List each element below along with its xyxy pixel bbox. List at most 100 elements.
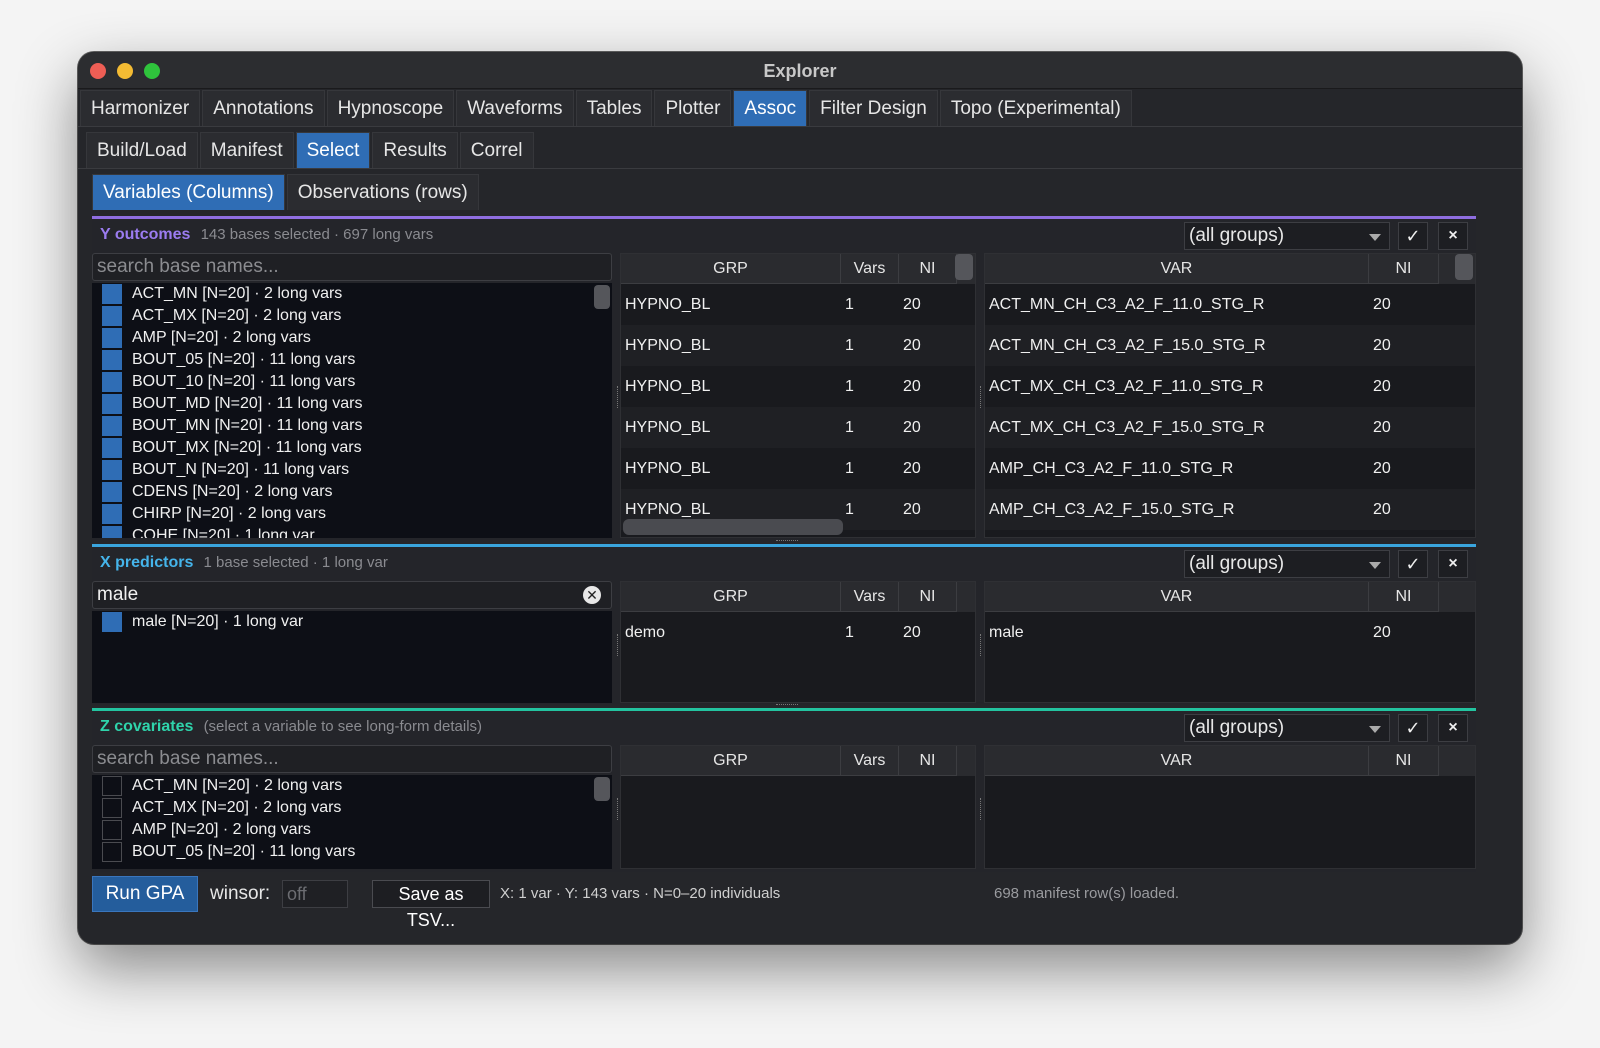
tab-waveforms[interactable]: Waveforms bbox=[456, 90, 574, 126]
list-item[interactable]: BOUT_MN [N=20] · 11 long vars bbox=[92, 415, 612, 437]
y-group-select[interactable]: (all groups) bbox=[1184, 222, 1390, 250]
column-header-ni[interactable]: NI bbox=[899, 582, 957, 612]
y-clear-button[interactable]: × bbox=[1438, 222, 1468, 250]
column-header-var[interactable]: VAR bbox=[985, 582, 1369, 612]
x-group-select[interactable]: (all groups) bbox=[1184, 550, 1390, 578]
y-select-all-button[interactable]: ✓ bbox=[1398, 222, 1428, 250]
tab-manifest[interactable]: Manifest bbox=[199, 132, 294, 168]
checkbox-checked[interactable] bbox=[102, 612, 122, 632]
table-row[interactable]: AMP_CH_C3_A2_F_11.0_STG_R 20 bbox=[985, 448, 1475, 489]
checkbox-checked[interactable] bbox=[102, 372, 122, 392]
checkbox-checked[interactable] bbox=[102, 284, 122, 304]
table-row[interactable]: male 20 bbox=[985, 612, 1475, 653]
tab-topo-experimental[interactable]: Topo (Experimental) bbox=[939, 90, 1132, 126]
tab-filter-design[interactable]: Filter Design bbox=[809, 90, 938, 126]
x-base-list[interactable]: male [N=20] · 1 long var bbox=[92, 611, 612, 703]
x-search-input[interactable]: male ✕ bbox=[92, 581, 612, 609]
column-header-vars[interactable]: Vars bbox=[841, 582, 899, 612]
checkbox-checked[interactable] bbox=[102, 482, 122, 502]
table-row[interactable]: ACT_MX_CH_C3_A2_F_11.0_STG_R 20 bbox=[985, 366, 1475, 407]
tab-plotter[interactable]: Plotter bbox=[654, 90, 732, 126]
table-row[interactable]: HYPNO_BL 1 20 bbox=[621, 325, 975, 366]
tab-results[interactable]: Results bbox=[372, 132, 458, 168]
y-group-hscrollbar[interactable] bbox=[623, 519, 843, 535]
column-header-var[interactable]: VAR bbox=[985, 254, 1369, 284]
z-base-list[interactable]: ACT_MN [N=20] · 2 long vars ACT_MX [N=20… bbox=[92, 775, 612, 869]
z-search-input[interactable]: search base names... bbox=[92, 745, 612, 773]
list-item[interactable]: ACT_MX [N=20] · 2 long vars bbox=[92, 797, 612, 819]
tab-variables-columns[interactable]: Variables (Columns) bbox=[92, 174, 285, 210]
table-row[interactable]: HYPNO_BL 1 20 bbox=[621, 448, 975, 489]
winsor-input[interactable]: off bbox=[282, 880, 348, 908]
save-as-tsv-button[interactable]: Save as TSV... bbox=[372, 880, 490, 930]
tab-annotations[interactable]: Annotations bbox=[202, 90, 325, 126]
list-item[interactable]: ACT_MN [N=20] · 2 long vars bbox=[92, 283, 612, 305]
checkbox-checked[interactable] bbox=[102, 460, 122, 480]
list-item[interactable]: BOUT_N [N=20] · 11 long vars bbox=[92, 459, 612, 481]
column-header-ni[interactable]: NI bbox=[899, 254, 957, 284]
table-row[interactable]: ACT_MN_CH_C3_A2_F_11.0_STG_R 20 bbox=[985, 284, 1475, 325]
table-row[interactable]: ACT_MX_CH_C3_A2_F_15.0_STG_R 20 bbox=[985, 407, 1475, 448]
list-item[interactable]: BOUT_05 [N=20] · 11 long vars bbox=[92, 841, 612, 863]
checkbox-unchecked[interactable] bbox=[102, 842, 122, 862]
y-base-list[interactable]: ACT_MN [N=20] · 2 long vars ACT_MX [N=20… bbox=[92, 283, 612, 538]
list-item[interactable]: COHE [N=20] · 1 long var bbox=[92, 525, 612, 538]
tab-hypnoscope[interactable]: Hypnoscope bbox=[326, 90, 455, 126]
tab-harmonizer[interactable]: Harmonizer bbox=[80, 90, 201, 126]
checkbox-checked[interactable] bbox=[102, 504, 122, 524]
column-header-vars[interactable]: Vars bbox=[841, 746, 899, 776]
table-row[interactable]: HYPNO_BL 1 20 bbox=[621, 284, 975, 325]
run-gpa-button[interactable]: Run GPA bbox=[92, 876, 198, 912]
column-header-ni[interactable]: NI bbox=[1369, 582, 1439, 612]
column-header-ni[interactable]: NI bbox=[899, 746, 957, 776]
checkbox-checked[interactable] bbox=[102, 416, 122, 436]
tab-assoc[interactable]: Assoc bbox=[733, 90, 808, 126]
tab-observations-rows[interactable]: Observations (rows) bbox=[286, 174, 479, 210]
table-row[interactable]: demo 1 20 bbox=[621, 612, 975, 653]
checkbox-checked[interactable] bbox=[102, 306, 122, 326]
list-item[interactable]: BOUT_05 [N=20] · 11 long vars bbox=[92, 349, 612, 371]
z-select-all-button[interactable]: ✓ bbox=[1398, 714, 1428, 742]
list-item[interactable]: BOUT_MX [N=20] · 11 long vars bbox=[92, 437, 612, 459]
table-row[interactable]: ACT_MN_CH_C3_A2_F_15.0_STG_R 20 bbox=[985, 325, 1475, 366]
checkbox-checked[interactable] bbox=[102, 350, 122, 370]
checkbox-checked[interactable] bbox=[102, 328, 122, 348]
list-item[interactable]: BOUT_10 [N=20] · 11 long vars bbox=[92, 371, 612, 393]
checkbox-checked[interactable] bbox=[102, 526, 122, 538]
checkbox-checked[interactable] bbox=[102, 394, 122, 414]
checkbox-unchecked[interactable] bbox=[102, 820, 122, 840]
z-clear-button[interactable]: × bbox=[1438, 714, 1468, 742]
list-item[interactable]: CHIRP [N=20] · 2 long vars bbox=[92, 503, 612, 525]
list-item[interactable]: BOUT_MD [N=20] · 11 long vars bbox=[92, 393, 612, 415]
table-row[interactable]: HYPNO_BL 1 20 bbox=[621, 366, 975, 407]
tab-select[interactable]: Select bbox=[295, 132, 371, 168]
clear-search-icon[interactable]: ✕ bbox=[583, 586, 601, 604]
checkbox-unchecked[interactable] bbox=[102, 798, 122, 818]
y-group-vscrollbar[interactable] bbox=[955, 254, 973, 280]
checkbox-checked[interactable] bbox=[102, 438, 122, 458]
x-clear-button[interactable]: × bbox=[1438, 550, 1468, 578]
checkbox-unchecked[interactable] bbox=[102, 776, 122, 796]
table-row[interactable]: HYPNO_BL 1 20 bbox=[621, 407, 975, 448]
column-header-vars[interactable]: Vars bbox=[841, 254, 899, 284]
z-group-select[interactable]: (all groups) bbox=[1184, 714, 1390, 742]
list-item[interactable]: male [N=20] · 1 long var bbox=[92, 611, 612, 633]
list-item[interactable]: ACT_MN [N=20] · 2 long vars bbox=[92, 775, 612, 797]
table-row[interactable]: AMP_CH_C3_A2_F_15.0_STG_R 20 bbox=[985, 489, 1475, 530]
column-header-grp[interactable]: GRP bbox=[621, 582, 841, 612]
y-var-vscrollbar[interactable] bbox=[1455, 254, 1473, 280]
column-header-ni[interactable]: NI bbox=[1369, 254, 1439, 284]
list-item[interactable]: AMP [N=20] · 2 long vars bbox=[92, 819, 612, 841]
x-select-all-button[interactable]: ✓ bbox=[1398, 550, 1428, 578]
column-header-grp[interactable]: GRP bbox=[621, 254, 841, 284]
list-item[interactable]: ACT_MX [N=20] · 2 long vars bbox=[92, 305, 612, 327]
column-header-ni[interactable]: NI bbox=[1369, 746, 1439, 776]
column-header-var[interactable]: VAR bbox=[985, 746, 1369, 776]
tab-correl[interactable]: Correl bbox=[459, 132, 534, 168]
tab-build-load[interactable]: Build/Load bbox=[86, 132, 198, 168]
list-item[interactable]: CDENS [N=20] · 2 long vars bbox=[92, 481, 612, 503]
list-item[interactable]: AMP [N=20] · 2 long vars bbox=[92, 327, 612, 349]
y-search-input[interactable]: search base names... bbox=[92, 253, 612, 281]
column-header-grp[interactable]: GRP bbox=[621, 746, 841, 776]
tab-tables[interactable]: Tables bbox=[575, 90, 653, 126]
